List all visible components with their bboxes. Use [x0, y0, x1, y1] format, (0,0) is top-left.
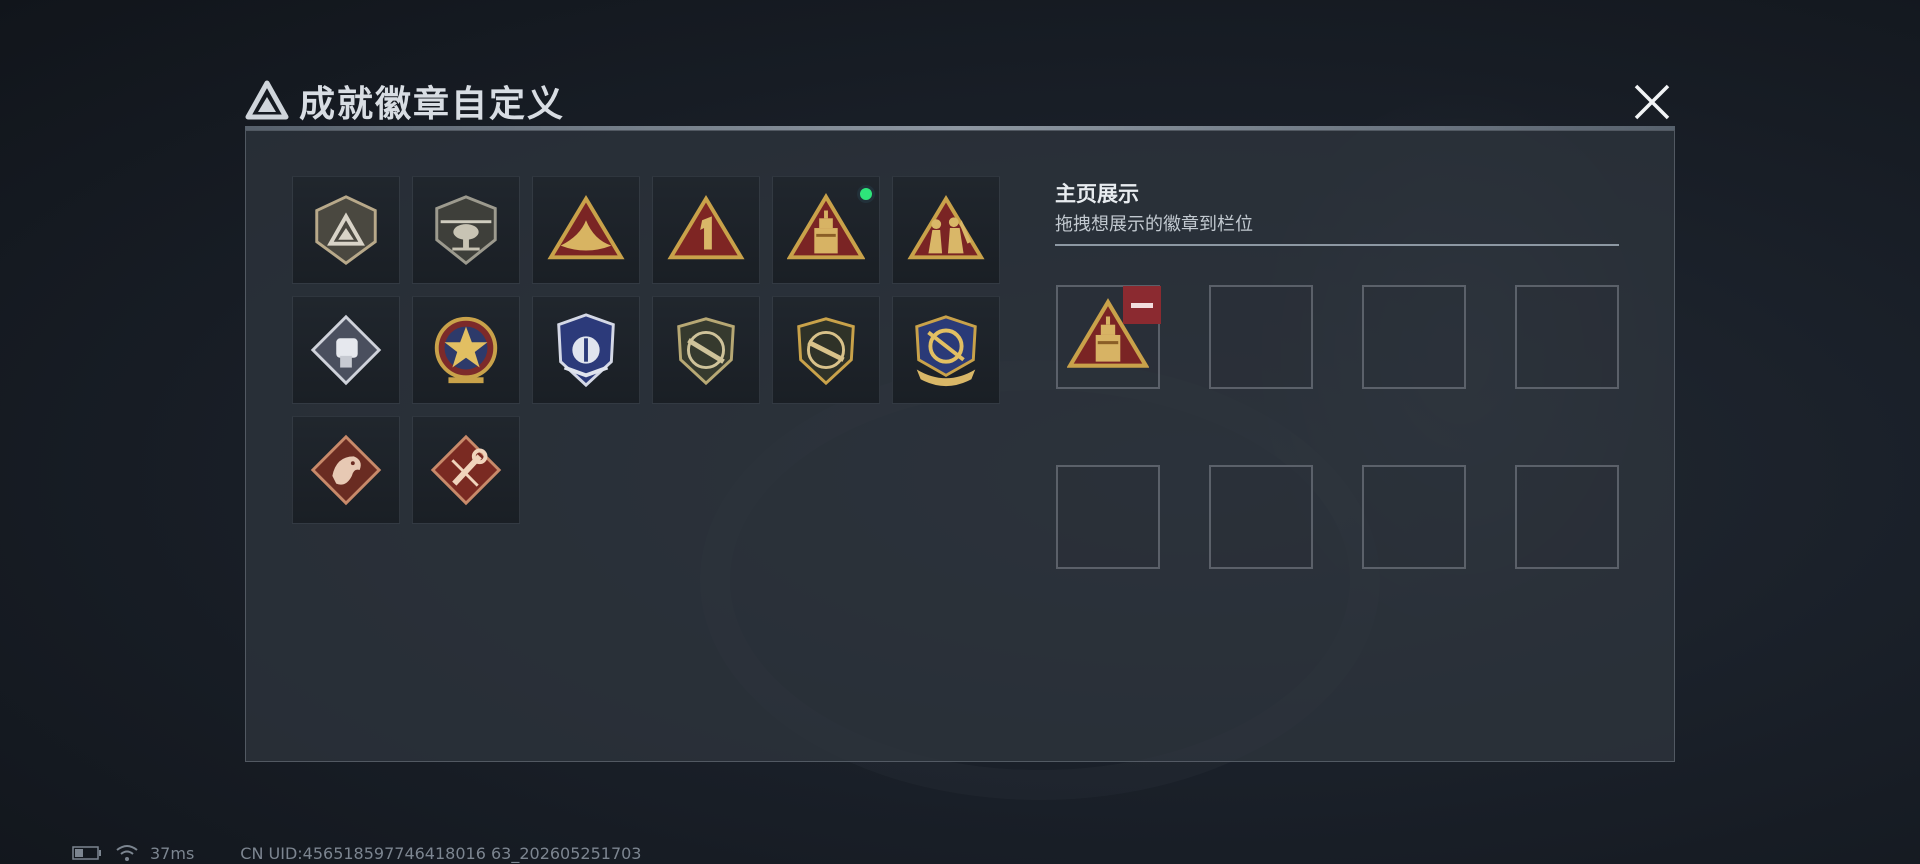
- remove-badge-button[interactable]: [1123, 286, 1161, 324]
- badge-slot[interactable]: [292, 296, 400, 404]
- badge-slot[interactable]: [292, 416, 400, 524]
- close-icon: [1634, 84, 1670, 120]
- rifle-shield-badge-icon: [677, 317, 735, 386]
- showcase-slot[interactable]: [1056, 285, 1161, 389]
- close-button[interactable]: [1628, 78, 1676, 126]
- game-logo-icon: [245, 80, 289, 120]
- badge-slot[interactable]: [892, 296, 1000, 404]
- badge-slot[interactable]: [652, 296, 760, 404]
- blue-wing-shield-badge-icon: [557, 313, 615, 388]
- badge-slot[interactable]: [532, 176, 640, 284]
- showcase-slot[interactable]: [1362, 465, 1466, 569]
- uid-text: CN UID:456518597746418016 63_20260525170…: [240, 843, 642, 863]
- gold-star-round-badge-icon: [434, 316, 498, 384]
- showcase-slot[interactable]: [1362, 285, 1466, 389]
- grey-shield-logo-badge-icon: [315, 195, 377, 265]
- new-badge-indicator: [857, 185, 875, 203]
- badge-slot[interactable]: [892, 176, 1000, 284]
- showcase-slot[interactable]: [1515, 285, 1619, 389]
- drink-cup-triangle-badge-icon: [787, 193, 865, 260]
- badge-slot[interactable]: [292, 176, 400, 284]
- showcase-subtitle: 拖拽想展示的徽章到栏位: [1055, 214, 1253, 235]
- wrench-diamond-badge-icon: [430, 434, 502, 506]
- number-one-triangle-badge-icon: [667, 195, 745, 260]
- soldiers-triangle-badge-icon: [907, 195, 985, 260]
- showcase-slot[interactable]: [1209, 465, 1313, 569]
- rifle-shield-gold-badge-icon: [797, 317, 855, 386]
- ping-text: 37ms: [150, 843, 195, 863]
- gold-bird-triangle-badge-icon: [547, 195, 625, 260]
- showcase-slot[interactable]: [1515, 465, 1619, 569]
- helicopter-shield-badge-icon: [435, 195, 497, 266]
- badge-slot[interactable]: [772, 296, 880, 404]
- badge-slot[interactable]: [412, 296, 520, 404]
- dragon-diamond-badge-icon: [310, 434, 382, 506]
- showcase-title: 主页展示: [1055, 182, 1139, 206]
- showcase-slot[interactable]: [1209, 285, 1313, 389]
- status-bar: 37ms CN UID:456518597746418016 63_202605…: [72, 843, 641, 863]
- badge-slot[interactable]: [532, 296, 640, 404]
- anchor-ribbon-badge-icon: [915, 315, 977, 387]
- minus-icon: [1131, 302, 1153, 308]
- showcase-divider: [1055, 244, 1619, 246]
- silver-fist-diamond-badge-icon: [310, 314, 382, 386]
- page-title: 成就徽章自定义: [299, 84, 566, 125]
- badge-slot[interactable]: [412, 176, 520, 284]
- badge-slot[interactable]: [652, 176, 760, 284]
- wifi-icon: [116, 845, 138, 861]
- badge-slot[interactable]: [772, 176, 880, 284]
- title-bar: 成就徽章自定义: [245, 78, 566, 125]
- battery-icon: [72, 846, 101, 860]
- screen: { "title": "成就徽章自定义", "showcase": { "tit…: [0, 0, 1920, 864]
- badge-slot[interactable]: [412, 416, 520, 524]
- showcase-slots: [1056, 285, 1619, 569]
- badge-grid: [292, 176, 1000, 524]
- showcase-slot[interactable]: [1056, 465, 1160, 569]
